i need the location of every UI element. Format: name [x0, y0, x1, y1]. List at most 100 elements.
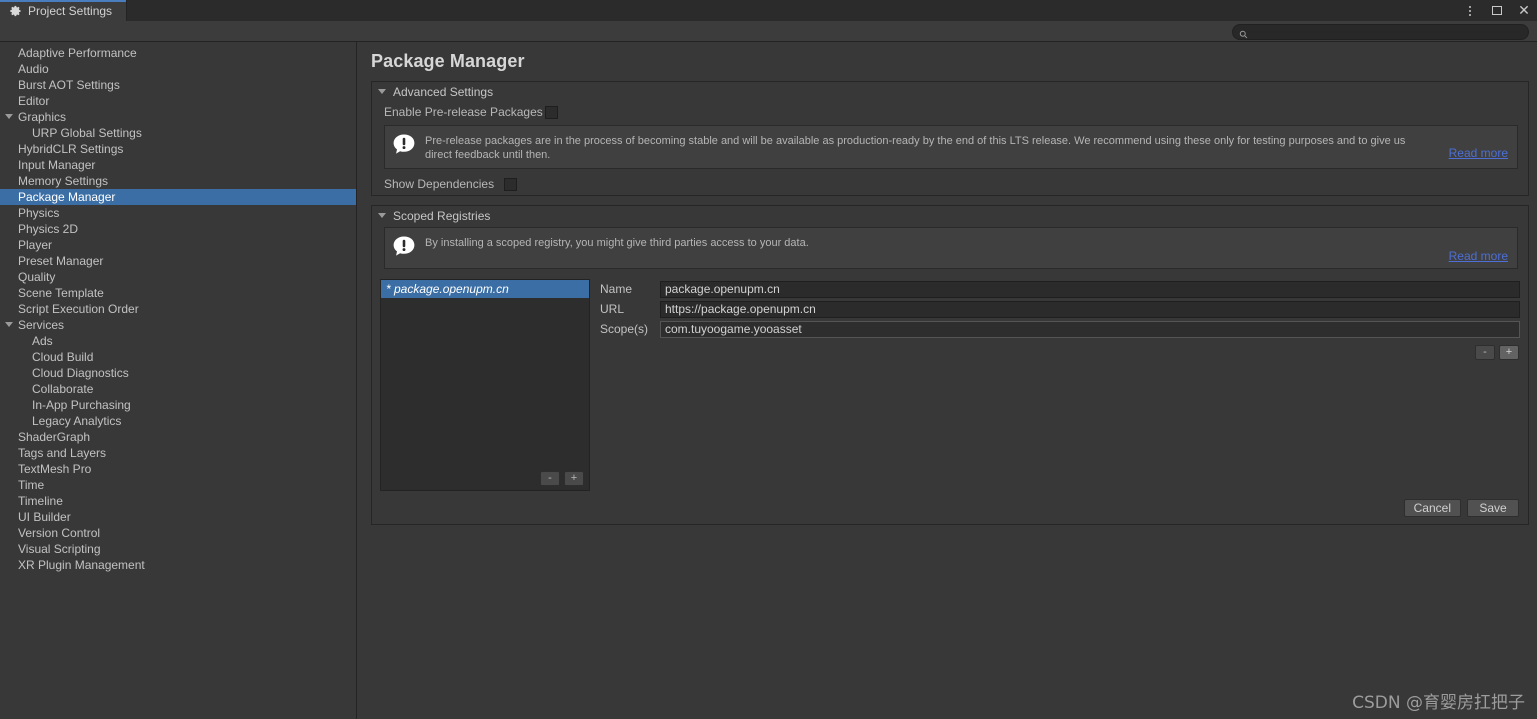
registry-url-input[interactable] — [660, 300, 1520, 318]
registry-name-input[interactable] — [660, 280, 1520, 298]
search-icon — [1239, 28, 1248, 38]
sidebar-item-version-control[interactable]: Version Control — [0, 525, 356, 541]
sidebar-item-collaborate[interactable]: Collaborate — [0, 381, 356, 397]
scoped-registries-body: * package.openupm.cn - + Name URL Scope(… — [372, 273, 1528, 499]
sidebar-item-cloud-diagnostics[interactable]: Cloud Diagnostics — [0, 365, 356, 381]
sidebar-item-memory-settings[interactable]: Memory Settings — [0, 173, 356, 189]
sidebar-item-label: Version Control — [18, 526, 101, 540]
chevron-down-icon[interactable] — [378, 89, 386, 94]
sidebar-item-label: Scene Template — [18, 286, 104, 300]
sidebar-item-preset-manager[interactable]: Preset Manager — [0, 253, 356, 269]
tab-project-settings[interactable]: Project Settings — [0, 0, 128, 21]
sidebar-item-label: Services — [18, 318, 65, 332]
advanced-settings-header[interactable]: Advanced Settings — [372, 82, 1528, 101]
registry-list[interactable]: * package.openupm.cn - + — [380, 279, 590, 491]
sidebar-item-audio[interactable]: Audio — [0, 61, 356, 77]
sidebar-item-script-execution-order[interactable]: Script Execution Order — [0, 301, 356, 317]
sidebar-item-label: Quality — [18, 270, 56, 284]
sidebar-item-time[interactable]: Time — [0, 477, 356, 493]
sidebar-item-graphics[interactable]: Graphics — [0, 109, 356, 125]
sidebar-item-burst-aot-settings[interactable]: Burst AOT Settings — [0, 77, 356, 93]
sidebar-item-label: Audio — [18, 62, 49, 76]
sidebar-item-xr-plugin-management[interactable]: XR Plugin Management — [0, 557, 356, 573]
sidebar-item-label: Memory Settings — [18, 174, 109, 188]
sidebar-item-label: Input Manager — [18, 158, 96, 172]
remove-registry-button[interactable]: - — [540, 471, 560, 486]
scoped-registries-read-more-link[interactable]: Read more — [1449, 249, 1508, 263]
sidebar-item-services[interactable]: Services — [0, 317, 356, 333]
sidebar-item-adaptive-performance[interactable]: Adaptive Performance — [0, 45, 356, 61]
sidebar-item-urp-global-settings[interactable]: URP Global Settings — [0, 125, 356, 141]
sidebar-item-input-manager[interactable]: Input Manager — [0, 157, 356, 173]
enable-prerelease-checkbox[interactable] — [544, 105, 558, 119]
search-field[interactable] — [1232, 24, 1529, 40]
kebab-menu-icon[interactable] — [1463, 4, 1477, 18]
chevron-down-icon[interactable] — [378, 213, 386, 218]
show-dependencies-row[interactable]: Show Dependencies — [372, 173, 1528, 195]
sidebar-item-ui-builder[interactable]: UI Builder — [0, 509, 356, 525]
settings-sidebar[interactable]: Adaptive Performance Audio Burst AOT Setti… — [0, 42, 357, 719]
sidebar-item-label: Preset Manager — [18, 254, 104, 268]
scoped-registries-title: Scoped Registries — [393, 208, 491, 223]
sidebar-item-in-app-purchasing[interactable]: In-App Purchasing — [0, 397, 356, 413]
scoped-registries-warning-text: By installing a scoped registry, you mig… — [425, 237, 809, 249]
sidebar-item-label: Graphics — [18, 110, 67, 124]
search-input[interactable] — [1252, 25, 1522, 39]
watermark: CSDN @育婴房扛把子 — [1352, 693, 1525, 713]
registry-name-row: Name — [600, 279, 1520, 299]
add-scope-button[interactable]: + — [1499, 345, 1519, 360]
sidebar-item-physics[interactable]: Physics — [0, 205, 356, 221]
chevron-down-icon[interactable] — [5, 114, 13, 119]
enable-prerelease-row[interactable]: Enable Pre-release Packages — [372, 101, 1528, 123]
sidebar-item-label: Collaborate — [32, 382, 94, 396]
sidebar-item-textmesh-pro[interactable]: TextMesh Pro — [0, 461, 356, 477]
sidebar-item-label: TextMesh Pro — [18, 462, 92, 476]
sidebar-item-legacy-analytics[interactable]: Legacy Analytics — [0, 413, 356, 429]
sidebar-item-cloud-build[interactable]: Cloud Build — [0, 349, 356, 365]
registry-list-item-label: * package.openupm.cn — [386, 282, 509, 296]
page-title: Package Manager — [371, 51, 525, 71]
registry-url-label: URL — [600, 302, 625, 316]
sidebar-item-ads[interactable]: Ads — [0, 333, 356, 349]
sidebar-item-shadergraph[interactable]: ShaderGraph — [0, 429, 356, 445]
sidebar-item-label: URP Global Settings — [32, 126, 142, 140]
sidebar-item-visual-scripting[interactable]: Visual Scripting — [0, 541, 356, 557]
sidebar-item-editor[interactable]: Editor — [0, 93, 356, 109]
sidebar-item-label: Cloud Diagnostics — [32, 366, 129, 380]
sidebar-item-label: HybridCLR Settings — [18, 142, 124, 156]
sidebar-item-quality[interactable]: Quality — [0, 269, 356, 285]
sidebar-item-label: Package Manager — [18, 190, 116, 204]
cancel-button[interactable]: Cancel — [1403, 499, 1461, 517]
registry-scopes-input[interactable] — [660, 320, 1520, 338]
maximize-icon[interactable] — [1490, 4, 1504, 18]
sidebar-item-timeline[interactable]: Timeline — [0, 493, 356, 509]
main-panel: Package Manager Advanced Settings Enable… — [358, 42, 1537, 719]
sidebar-item-scene-template[interactable]: Scene Template — [0, 285, 356, 301]
sidebar-item-tags-and-layers[interactable]: Tags and Layers — [0, 445, 356, 461]
remove-scope-button[interactable]: - — [1475, 345, 1495, 360]
sidebar-item-label: Editor — [18, 94, 50, 108]
sidebar-item-physics-2d[interactable]: Physics 2D — [0, 221, 356, 237]
sidebar-item-hybridclr-settings[interactable]: HybridCLR Settings — [0, 141, 356, 157]
gear-icon — [10, 5, 22, 17]
registry-list-item[interactable]: * package.openupm.cn — [381, 280, 589, 298]
scoped-registries-group: Scoped Registries By installing a scoped… — [371, 205, 1529, 525]
registry-scopes-row: Scope(s) — [600, 319, 1520, 339]
window-tab-bar: Project Settings ✕ — [0, 0, 1537, 21]
sidebar-item-label: Adaptive Performance — [18, 46, 137, 60]
sidebar-item-label: Player — [18, 238, 53, 252]
close-icon[interactable]: ✕ — [1517, 4, 1531, 18]
chevron-down-icon[interactable] — [5, 322, 13, 327]
sidebar-item-label: Physics — [18, 206, 60, 220]
save-button[interactable]: Save — [1467, 499, 1519, 517]
sidebar-item-label: UI Builder — [18, 510, 71, 524]
advanced-settings-group: Advanced Settings Enable Pre-release Pac… — [371, 81, 1529, 196]
sidebar-item-label: Cloud Build — [32, 350, 94, 364]
scoped-registries-footer: Cancel Save — [372, 499, 1528, 524]
prerelease-read-more-link[interactable]: Read more — [1449, 146, 1508, 160]
sidebar-item-package-manager[interactable]: Package Manager — [0, 189, 356, 205]
show-dependencies-checkbox[interactable] — [504, 177, 518, 191]
sidebar-item-player[interactable]: Player — [0, 237, 356, 253]
scoped-registries-header[interactable]: Scoped Registries — [372, 206, 1528, 225]
add-registry-button[interactable]: + — [564, 471, 584, 486]
